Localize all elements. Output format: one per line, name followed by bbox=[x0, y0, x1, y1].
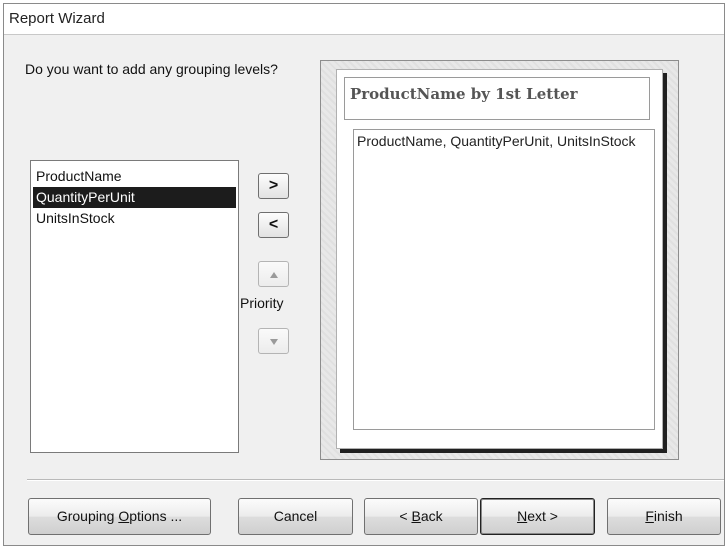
field-item-unitsinstock[interactable]: UnitsInStock bbox=[33, 208, 236, 229]
back-mnemonic: B bbox=[411, 508, 421, 524]
grouping-options-label-a: Grouping bbox=[56, 508, 119, 524]
priority-up-button[interactable] bbox=[258, 261, 289, 287]
available-fields-list[interactable]: ProductName QuantityPerUnit UnitsInStock bbox=[30, 160, 239, 453]
priority-down-button[interactable] bbox=[258, 328, 289, 354]
report-preview-page: ProductName by 1st Letter ProductName, Q… bbox=[336, 69, 663, 449]
back-button[interactable]: < Back bbox=[364, 498, 478, 535]
field-item-productname[interactable]: ProductName bbox=[33, 166, 236, 187]
add-group-button[interactable]: > bbox=[258, 173, 289, 199]
preview-detail-fields: ProductName, QuantityPerUnit, UnitsInSto… bbox=[353, 129, 655, 430]
finish-label-b: inish bbox=[653, 508, 683, 524]
finish-button[interactable]: Finish bbox=[607, 498, 721, 535]
finish-mnemonic: F bbox=[645, 508, 654, 524]
next-mnemonic: N bbox=[517, 508, 528, 524]
grouping-options-label-b: ptions ... bbox=[129, 508, 183, 524]
back-label-b: ack bbox=[420, 508, 443, 524]
grouping-options-mnemonic: O bbox=[118, 508, 130, 524]
arrow-up-icon bbox=[269, 272, 278, 278]
remove-group-button[interactable]: < bbox=[258, 212, 289, 238]
preview-group-header: ProductName by 1st Letter bbox=[344, 77, 650, 120]
report-preview-frame: ProductName by 1st Letter ProductName, Q… bbox=[320, 60, 679, 460]
next-button[interactable]: Next > bbox=[480, 498, 595, 535]
grouping-options-button[interactable]: Grouping Options ... bbox=[28, 498, 211, 535]
grouping-question: Do you want to add any grouping levels? bbox=[25, 61, 278, 77]
report-wizard-dialog: Report Wizard Do you want to add any gro… bbox=[3, 3, 725, 546]
back-label-a: < bbox=[399, 508, 412, 524]
field-item-quantityperunit[interactable]: QuantityPerUnit bbox=[33, 187, 236, 208]
footer-separator bbox=[27, 479, 724, 481]
arrow-down-icon bbox=[269, 339, 278, 345]
cancel-button[interactable]: Cancel bbox=[238, 498, 353, 535]
next-label-b: ext > bbox=[527, 508, 558, 524]
window-title: Report Wizard bbox=[4, 4, 724, 35]
priority-label: Priority bbox=[240, 295, 284, 311]
